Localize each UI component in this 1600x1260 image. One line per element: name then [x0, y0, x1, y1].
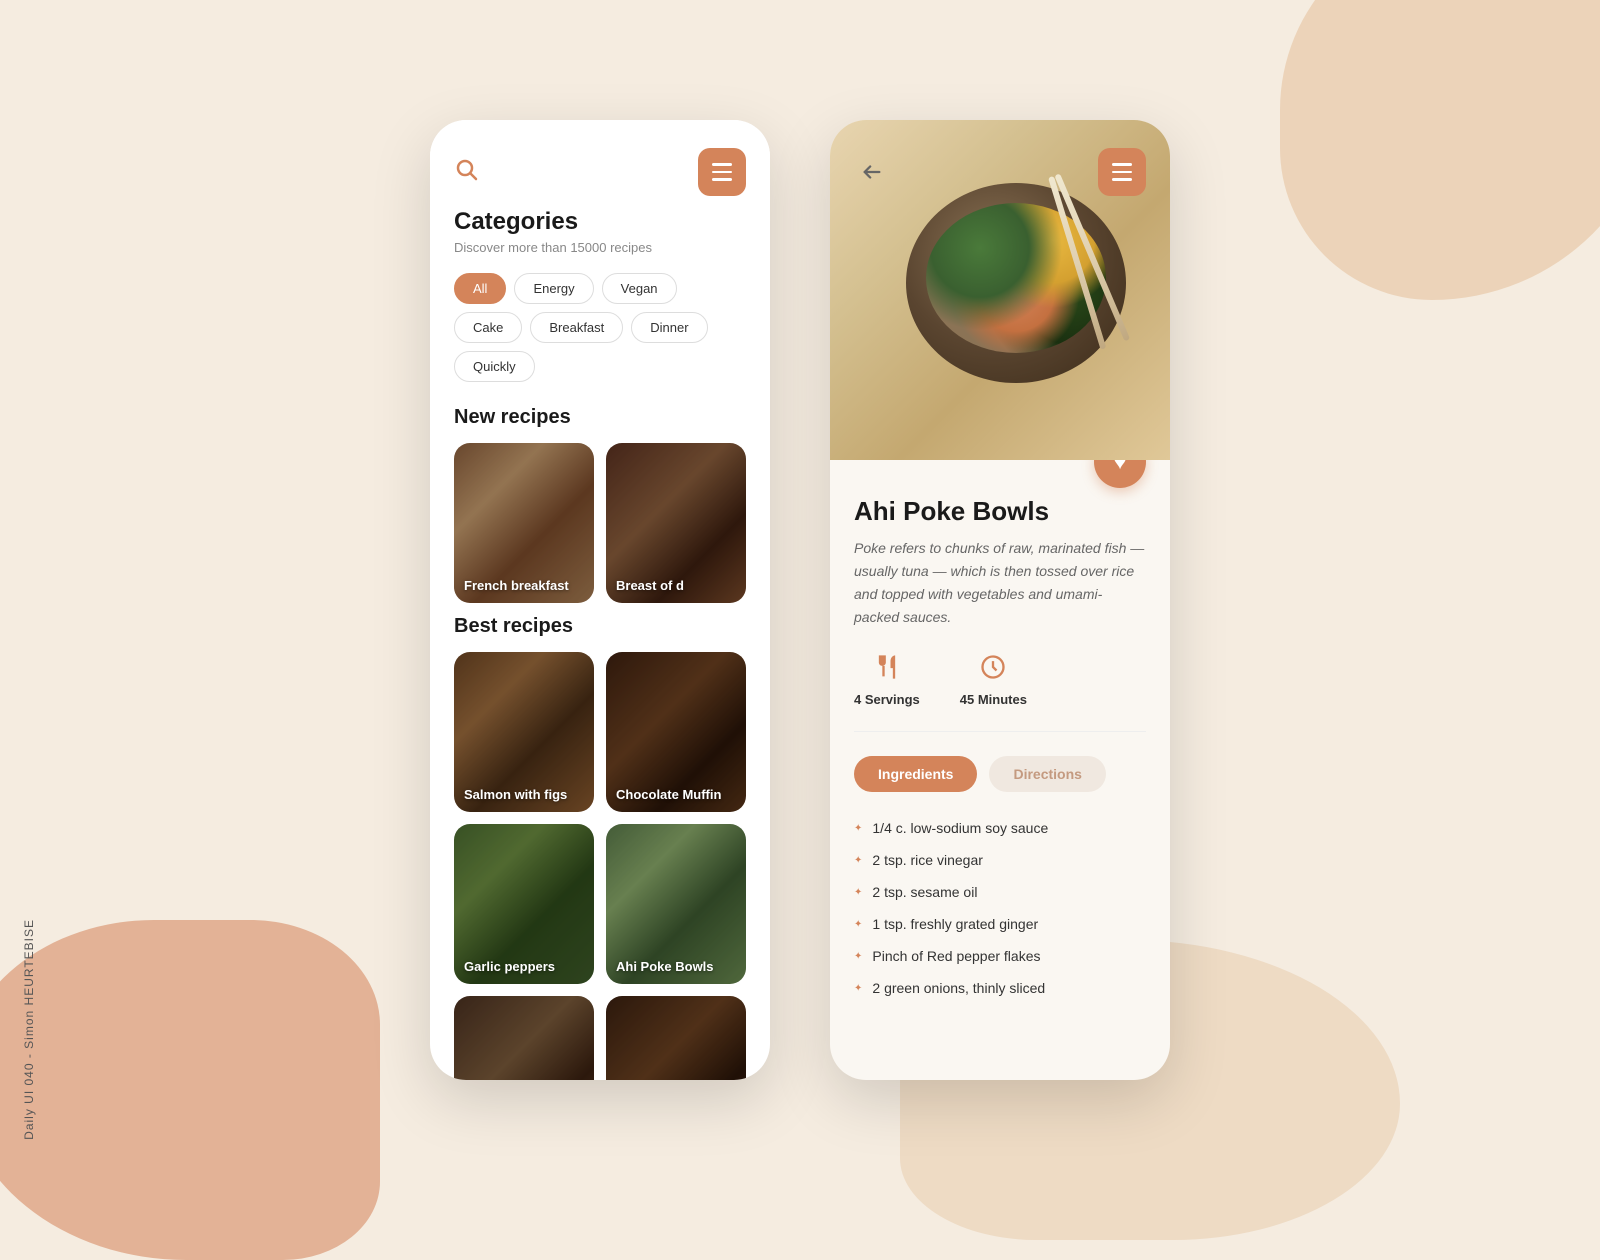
right-phone-header	[830, 120, 1170, 208]
tag-vegan[interactable]: Vegan	[602, 273, 677, 304]
tag-all[interactable]: All	[454, 273, 506, 304]
tab-directions[interactable]: Directions	[989, 756, 1105, 792]
recipe-salmon[interactable]: Salmon with figs	[454, 652, 594, 812]
time-stat: 45 Minutes	[960, 653, 1027, 707]
fork-knife-icon	[873, 653, 901, 688]
left-phone-content: Categories Discover more than 15000 reci…	[430, 208, 770, 1080]
recipe-label-poke: Ahi Poke Bowls	[616, 959, 714, 974]
blob-top-right	[1280, 0, 1600, 300]
filter-tags: All Energy Vegan Cake Breakfast Dinner Q…	[454, 273, 746, 382]
tag-cake[interactable]: Cake	[454, 312, 522, 343]
best-recipes-row3	[454, 996, 746, 1080]
left-phone: Categories Discover more than 15000 reci…	[430, 120, 770, 1080]
recipe-label-chocolate: Chocolate Muffin	[616, 787, 721, 802]
detail-tabs: Ingredients Directions	[854, 756, 1146, 792]
ingredient-5: Pinch of Red pepper flakes	[854, 940, 1146, 972]
ingredient-4: 1 tsp. freshly grated ginger	[854, 908, 1146, 940]
time-label: 45 Minutes	[960, 692, 1027, 707]
recipe-garlic[interactable]: Garlic peppers	[454, 824, 594, 984]
recipe-card-bg	[454, 996, 594, 1080]
tag-quickly[interactable]: Quickly	[454, 351, 535, 382]
phones-container: Categories Discover more than 15000 reci…	[430, 120, 1170, 1080]
watermark: Daily UI 040 - Simon HEURTEBISE	[22, 919, 36, 1140]
right-phone: ♥ Ahi Poke Bowls Poke refers to chunks o…	[830, 120, 1170, 1080]
poke-bowl-illustration	[896, 173, 1156, 433]
recipe-poke[interactable]: Ahi Poke Bowls	[606, 824, 746, 984]
recipe-description: Poke refers to chunks of raw, marinated …	[854, 537, 1146, 629]
ingredients-list: 1/4 c. low-sodium soy sauce 2 tsp. rice …	[854, 812, 1146, 1004]
best-recipes-row1: Salmon with figs Chocolate Muffin	[454, 652, 746, 812]
ingredient-3: 2 tsp. sesame oil	[854, 876, 1146, 908]
heart-icon: ♥	[1113, 460, 1126, 475]
recipe-label-french: French breakfast	[464, 578, 569, 593]
categories-title: Categories	[454, 208, 746, 236]
recipe-stats: 4 Servings 45 Minutes	[854, 653, 1146, 732]
recipe-chocolate-muffin[interactable]: Chocolate Muffin	[606, 652, 746, 812]
menu-button[interactable]	[698, 148, 746, 196]
ingredient-1: 1/4 c. low-sodium soy sauce	[854, 812, 1146, 844]
tag-energy[interactable]: Energy	[514, 273, 593, 304]
blob-bottom-left	[0, 920, 380, 1260]
recipe-detail-title: Ahi Poke Bowls	[854, 496, 1146, 527]
recipe-label-garlic: Garlic peppers	[464, 959, 555, 974]
tag-dinner[interactable]: Dinner	[631, 312, 707, 343]
recipe-card-bg	[606, 996, 746, 1080]
recipe-bottom2[interactable]	[606, 996, 746, 1080]
new-recipes-title: New recipes	[454, 406, 746, 429]
recipe-french-breakfast[interactable]: French breakfast	[454, 443, 594, 603]
servings-label: 4 Servings	[854, 692, 920, 707]
search-icon[interactable]	[454, 157, 478, 188]
favorite-button[interactable]: ♥	[1094, 460, 1146, 488]
recipe-breast[interactable]: Breast of d	[606, 443, 746, 603]
categories-subtitle: Discover more than 15000 recipes	[454, 240, 746, 255]
best-recipes-row2: Garlic peppers Ahi Poke Bowls	[454, 824, 746, 984]
ingredient-2: 2 tsp. rice vinegar	[854, 844, 1146, 876]
right-menu-button[interactable]	[1098, 148, 1146, 196]
left-phone-header	[430, 120, 770, 208]
recipe-label-breast: Breast of d	[616, 578, 684, 593]
recipe-bottom1[interactable]	[454, 996, 594, 1080]
clock-icon	[979, 653, 1007, 688]
back-button[interactable]	[854, 154, 890, 190]
tab-ingredients[interactable]: Ingredients	[854, 756, 977, 792]
ingredient-6: 2 green onions, thinly sliced	[854, 972, 1146, 1004]
best-recipes-title: Best recipes	[454, 615, 746, 638]
recipe-label-salmon: Salmon with figs	[464, 787, 567, 802]
right-phone-content: ♥ Ahi Poke Bowls Poke refers to chunks o…	[830, 460, 1170, 1080]
servings-stat: 4 Servings	[854, 653, 920, 707]
tag-breakfast[interactable]: Breakfast	[530, 312, 623, 343]
new-recipes-row: French breakfast Breast of d	[454, 443, 746, 603]
